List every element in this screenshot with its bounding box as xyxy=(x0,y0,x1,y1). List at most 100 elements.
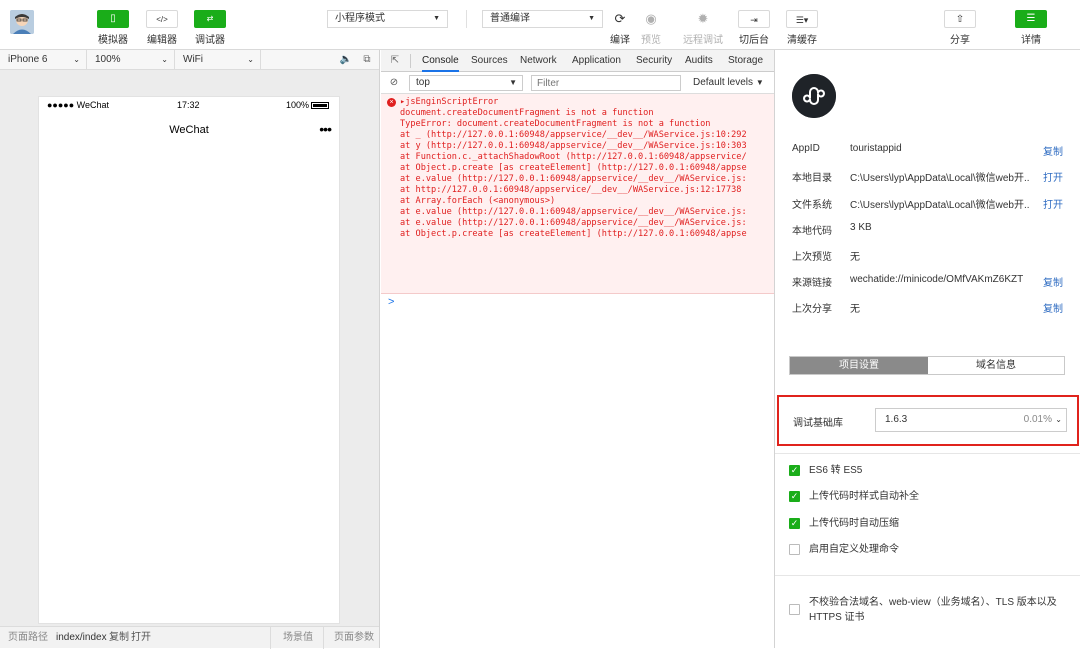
compile-select-value: 普通编译 xyxy=(490,13,530,24)
footer-divider xyxy=(270,627,271,649)
checkbox-checked[interactable]: ✓ xyxy=(789,491,800,502)
checkbox-checked[interactable]: ✓ xyxy=(789,518,800,529)
stack-frame-link[interactable]: at Object.p.create [as createElement] (h… xyxy=(400,163,747,174)
zoom-select-value: 100% xyxy=(95,54,121,65)
option-label: 启用自定义处理命令 xyxy=(809,544,899,555)
tab-network[interactable]: Network xyxy=(520,50,557,72)
stack-frame-link[interactable]: at e.value (http://127.0.0.1:60948/appse… xyxy=(400,207,747,218)
device-select[interactable]: iPhone 6 ⌄ xyxy=(0,50,87,69)
tab-domain-info[interactable]: 域名信息 xyxy=(928,357,1064,374)
stack-frame-link[interactable]: at y (http://127.0.0.1:60948/appservice/… xyxy=(400,141,747,152)
debug-lib-select[interactable]: 1.6.3 0.01% ⌄ xyxy=(875,408,1067,432)
stack-frame-link[interactable]: at e.value (http://127.0.0.1:60948/appse… xyxy=(400,218,747,229)
info-key: 本地目录 xyxy=(792,173,832,184)
tab-storage[interactable]: Storage xyxy=(728,50,763,72)
stack-frame-link[interactable]: at Function.c._attachShadowRoot (http://… xyxy=(400,152,747,163)
info-key: 文件系统 xyxy=(792,200,832,211)
copy-appid-link[interactable]: 复制 xyxy=(1043,143,1063,158)
network-select-value: WiFi xyxy=(183,54,203,65)
tab-console[interactable]: Console xyxy=(422,50,459,72)
preview-button[interactable]: ◉ 预览 xyxy=(628,10,674,46)
chevron-down-icon: ⌄ xyxy=(247,55,254,64)
tab-sources[interactable]: Sources xyxy=(471,50,508,72)
remote-debug-button[interactable]: ✹ 远程调试 xyxy=(680,10,726,46)
share-icon: ⇧ xyxy=(944,10,976,28)
debug-lib-version: 1.6.3 xyxy=(885,414,908,425)
inspect-element-icon[interactable]: ⇱ xyxy=(388,54,402,68)
volume-icon[interactable]: 🔈 xyxy=(339,53,353,67)
error-line: TypeError: document.createDocumentFragme… xyxy=(400,119,711,129)
info-row-local-code: 本地代码 3 KB xyxy=(792,222,1067,237)
background-button[interactable]: ⇥ 切后台 xyxy=(731,10,777,46)
info-value: wechatide://minicode/OMfVAKmZ6KZT xyxy=(850,274,1024,285)
eye-icon: ◉ xyxy=(645,11,657,26)
stack-frame-line: at Array.forEach (<anonymous>) xyxy=(400,196,556,206)
checkbox-checked[interactable]: ✓ xyxy=(789,465,800,476)
error-message: × ▸jsEnginScriptError document.createDoc… xyxy=(381,94,774,294)
clear-console-icon[interactable]: ⊘ xyxy=(387,76,401,90)
console-filter-input[interactable] xyxy=(531,75,681,91)
stack-frame-link[interactable]: at _ (http://127.0.0.1:60948/appservice/… xyxy=(400,130,747,141)
debug-icon: ⇄ xyxy=(194,10,226,28)
detach-window-icon[interactable]: ⧉ xyxy=(360,53,374,67)
debugger-label: 调试器 xyxy=(195,35,225,46)
editor-button[interactable]: </> 编辑器 xyxy=(139,10,185,46)
tab-application[interactable]: Application xyxy=(572,50,621,72)
compile-select[interactable]: 普通编译 ▼ xyxy=(482,10,603,28)
more-icon[interactable]: ••• xyxy=(319,121,332,137)
clear-cache-button[interactable]: ☰▾ 清缓存 xyxy=(779,10,825,46)
info-row-local-dir: 本地目录 C:\Users\lyp\AppData\Local\微信web开..… xyxy=(792,169,1067,184)
mode-select-value: 小程序模式 xyxy=(335,13,385,24)
tab-divider xyxy=(410,54,411,68)
open-file-system-link[interactable]: 打开 xyxy=(1043,196,1063,211)
share-button[interactable]: ⇧ 分享 xyxy=(937,10,983,46)
debug-lib-label: 调试基础库 xyxy=(793,418,843,429)
tab-security[interactable]: Security xyxy=(636,50,672,72)
debug-lib-highlight: 调试基础库 1.6.3 0.01% ⌄ xyxy=(777,395,1079,446)
chevron-down-icon: ⌄ xyxy=(161,55,168,64)
tab-project-settings[interactable]: 项目设置 xyxy=(790,357,928,374)
copy-source-link[interactable]: 复制 xyxy=(1043,274,1063,289)
page-path-label: 页面路径 xyxy=(8,632,48,643)
info-row-source-link: 来源链接 wechatide://minicode/OMfVAKmZ6KZT 复… xyxy=(792,274,1067,289)
status-carrier: ●●●●● WeChat xyxy=(47,100,110,110)
checkbox-unchecked[interactable] xyxy=(789,544,800,555)
stack-frame-link[interactable]: at Object.p.create [as createElement] (h… xyxy=(400,229,747,240)
open-path-link[interactable]: 打开 xyxy=(131,627,151,649)
console-prompt[interactable]: > xyxy=(388,296,394,308)
layers-icon: ☰▾ xyxy=(786,10,818,28)
app-logo xyxy=(792,74,836,118)
error-title-text: jsEnginScriptError xyxy=(405,97,499,107)
context-select[interactable]: top ▼ xyxy=(409,75,523,91)
details-button[interactable]: ☰ 详情 xyxy=(1008,10,1054,46)
log-levels-select[interactable]: Default levels ▼ xyxy=(693,75,764,91)
info-key: 上次分享 xyxy=(792,304,832,315)
network-select[interactable]: WiFi ⌄ xyxy=(175,50,261,69)
simulator-label: 模拟器 xyxy=(98,35,128,46)
copy-path-link[interactable]: 复制 xyxy=(109,627,129,649)
option-label: ES6 转 ES5 xyxy=(809,465,863,476)
code-icon: </> xyxy=(146,10,178,28)
settings-tab-switch: 项目设置 域名信息 xyxy=(789,356,1065,375)
simulator-button[interactable]: ▯ 模拟器 xyxy=(90,10,136,46)
checkbox-unchecked[interactable] xyxy=(789,604,800,615)
devtools-tabs: ⇱ Console Sources Network Application Se… xyxy=(381,50,774,72)
background-label: 切后台 xyxy=(739,35,769,46)
option-label: 上传代码时样式自动补全 xyxy=(809,491,919,502)
page-params-button[interactable]: 页面参数 xyxy=(334,627,374,649)
error-title[interactable]: ▸jsEnginScriptError xyxy=(400,97,498,108)
copy-share-link[interactable]: 复制 xyxy=(1043,300,1063,315)
chevron-down-icon: ▼ xyxy=(588,15,595,22)
stack-frame-link[interactable]: at http://127.0.0.1:60948/appservice/__d… xyxy=(400,185,741,196)
toolbar-divider xyxy=(466,10,467,28)
device-select-value: iPhone 6 xyxy=(8,54,48,65)
stack-frame-link[interactable]: at e.value (http://127.0.0.1:60948/appse… xyxy=(400,174,747,185)
open-local-dir-link[interactable]: 打开 xyxy=(1043,169,1063,184)
zoom-select[interactable]: 100% ⌄ xyxy=(87,50,175,69)
mode-select[interactable]: 小程序模式 ▼ xyxy=(327,10,448,28)
debugger-button[interactable]: ⇄ 调试器 xyxy=(187,10,233,46)
scene-value-button[interactable]: 场景值 xyxy=(283,627,313,649)
tab-audits[interactable]: Audits xyxy=(685,50,713,72)
user-avatar[interactable] xyxy=(10,10,34,34)
info-value: 无 xyxy=(850,304,860,315)
